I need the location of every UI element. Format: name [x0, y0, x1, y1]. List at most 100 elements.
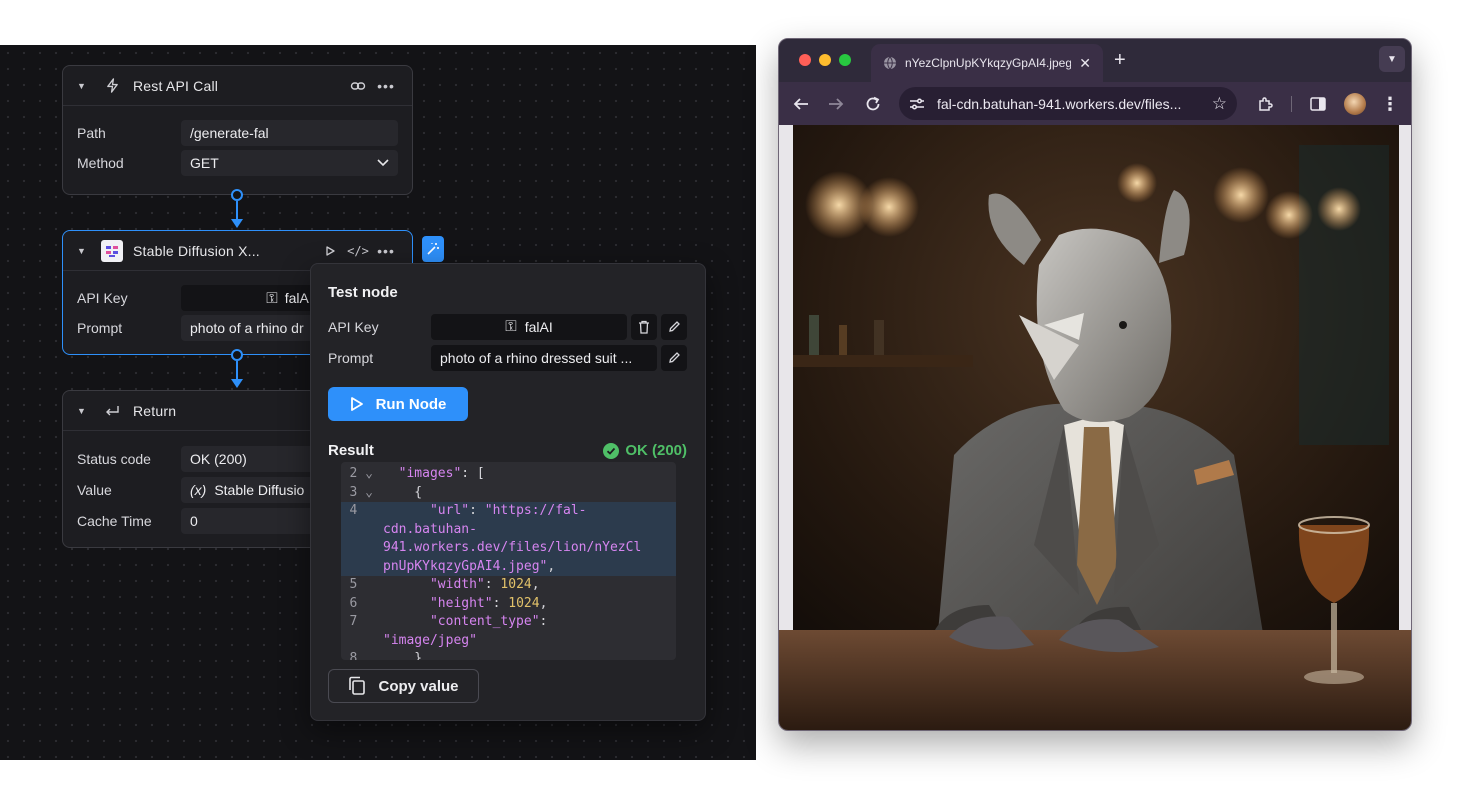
- edit-apikey-button[interactable]: [661, 313, 687, 340]
- value-label: Value: [77, 481, 112, 498]
- collapse-chevron-icon[interactable]: ▼: [77, 406, 93, 416]
- code-line: 7 "content_type":: [341, 613, 676, 632]
- site-settings-icon[interactable]: [909, 97, 925, 111]
- flow-canvas[interactable]: ▼ Rest API Call ••• Path /generate-fal M…: [0, 45, 756, 760]
- path-input[interactable]: /generate-fal: [181, 120, 398, 146]
- browser-menu-icon[interactable]: ⋮: [1376, 90, 1404, 118]
- code-line: pnUpKYkqzyGpAI4.jpeg",: [341, 557, 676, 576]
- line-content: "images": [: [398, 466, 485, 481]
- panel-apikey-row: API Key ⚿ falAI: [328, 313, 688, 340]
- status-text: OK (200): [625, 442, 687, 459]
- lightning-icon: [101, 75, 123, 97]
- cache-label: Cache Time: [77, 512, 152, 529]
- connection-wire: [236, 201, 238, 219]
- new-tab-icon[interactable]: +: [1114, 49, 1126, 72]
- line-content: "image/jpeg": [383, 632, 477, 648]
- profile-avatar[interactable]: [1344, 93, 1366, 115]
- node-title: Stable Diffusion X...: [133, 242, 260, 259]
- panel-prompt-row: Prompt photo of a rhino dressed suit ...: [328, 344, 688, 371]
- method-select[interactable]: GET: [181, 150, 398, 176]
- result-label: Result: [328, 442, 374, 459]
- key-icon: ⚿: [505, 318, 517, 335]
- generated-rhino-image: [779, 125, 1411, 730]
- play-icon[interactable]: [316, 237, 344, 265]
- apikey-value: falAI: [284, 290, 313, 306]
- panel-prompt-input[interactable]: photo of a rhino dressed suit ...: [431, 344, 657, 371]
- bookmark-star-icon[interactable]: ☆: [1212, 94, 1227, 114]
- copy-value-button[interactable]: Copy value: [328, 669, 479, 703]
- line-number: 3 ⌄: [349, 484, 373, 500]
- code-line: 941.workers.dev/files/lion/nYezCl: [341, 539, 676, 558]
- edit-prompt-button[interactable]: [661, 344, 687, 371]
- node-header: ▼ Rest API Call •••: [63, 66, 412, 106]
- line-content: "width": 1024,: [429, 577, 540, 592]
- tab-title: nYezClpnUpKYkqzyGpAI4.jpeg: [905, 56, 1072, 70]
- chevron-down-icon: [377, 159, 389, 167]
- maximize-window-button[interactable]: [839, 54, 851, 66]
- magic-wand-icon: [427, 243, 439, 255]
- address-bar[interactable]: fal-cdn.batuhan-941.workers.dev/files...…: [899, 87, 1237, 120]
- line-content: pnUpKYkqzyGpAI4.jpeg",: [383, 558, 556, 574]
- tab-active[interactable]: nYezClpnUpKYkqzyGpAI4.jpeg ✕: [871, 44, 1103, 82]
- line-content: "url": "https://fal-: [429, 503, 587, 518]
- output-port[interactable]: [231, 189, 243, 201]
- run-node-label: Run Node: [375, 395, 447, 413]
- line-content: cdn.batuhan-: [383, 521, 477, 537]
- browser-window: nYezClpnUpKYkqzyGpAI4.jpeg ✕ + ▼ fal-cdn…: [778, 38, 1412, 731]
- status-badge: OK (200): [603, 442, 687, 459]
- run-node-button[interactable]: Run Node: [328, 387, 468, 421]
- apikey-label: API Key: [77, 290, 128, 306]
- tab-strip: nYezClpnUpKYkqzyGpAI4.jpeg ✕ + ▼: [779, 39, 1411, 82]
- delete-button[interactable]: [631, 313, 657, 340]
- panel-apikey-field[interactable]: ⚿ falAI: [431, 313, 627, 340]
- tab-search-icon[interactable]: ▼: [1379, 46, 1405, 72]
- line-content: "content_type":: [429, 614, 548, 629]
- rest-api-node[interactable]: ▼ Rest API Call ••• Path /generate-fal M…: [62, 65, 413, 195]
- status-label: Status code: [77, 450, 151, 467]
- line-number: 4: [349, 503, 373, 518]
- code-line: "image/jpeg": [341, 632, 676, 651]
- minimize-window-button[interactable]: [819, 54, 831, 66]
- pencil-icon: [668, 352, 680, 363]
- close-window-button[interactable]: [799, 54, 811, 66]
- more-options-icon[interactable]: •••: [372, 72, 400, 100]
- pencil-icon: [668, 321, 680, 332]
- collapse-chevron-icon[interactable]: ▼: [77, 246, 93, 256]
- panel-title: Test node: [328, 284, 398, 301]
- prompt-label: Prompt: [77, 320, 123, 336]
- code-line: 5 "width": 1024,: [341, 576, 676, 595]
- side-panel-icon[interactable]: [1304, 90, 1332, 118]
- line-number: 7: [349, 614, 373, 629]
- magic-wand-button[interactable]: [422, 236, 444, 262]
- close-tab-icon[interactable]: ✕: [1079, 55, 1091, 72]
- value-text: Stable Diffusio: [214, 481, 305, 498]
- back-icon[interactable]: [787, 90, 815, 118]
- reload-icon[interactable]: [859, 90, 887, 118]
- line-number: [341, 521, 383, 540]
- result-json-viewer[interactable]: 2 ⌄ "images": [3 ⌄ {4 "url": "https://fa…: [341, 462, 676, 660]
- path-label: Path: [77, 125, 106, 141]
- link-icon[interactable]: [344, 72, 372, 100]
- toolbar-divider: [1291, 96, 1292, 112]
- line-number: 8: [349, 651, 373, 660]
- play-icon: [350, 397, 363, 411]
- browser-toolbar: fal-cdn.batuhan-941.workers.dev/files...…: [779, 82, 1411, 125]
- return-arrow-icon: [101, 400, 123, 422]
- copy-icon: [349, 676, 366, 695]
- code-line: 8 }: [341, 650, 676, 660]
- line-number: [341, 632, 383, 651]
- connection-arrow-icon: [231, 379, 243, 388]
- extensions-icon[interactable]: [1251, 90, 1279, 118]
- collapse-chevron-icon[interactable]: ▼: [77, 81, 93, 91]
- code-line: 4 "url": "https://fal-: [341, 502, 676, 521]
- key-icon: ⚿: [266, 289, 278, 307]
- forward-icon[interactable]: [822, 90, 850, 118]
- line-content: }: [383, 651, 423, 660]
- more-options-icon[interactable]: •••: [372, 237, 400, 265]
- code-line: cdn.batuhan-: [341, 520, 676, 540]
- check-circle-icon: [603, 442, 620, 459]
- code-icon[interactable]: </>: [344, 237, 372, 265]
- output-port[interactable]: [231, 349, 243, 361]
- panel-apikey-value: falAI: [524, 318, 553, 335]
- code-line: 3 ⌄ {: [341, 484, 676, 503]
